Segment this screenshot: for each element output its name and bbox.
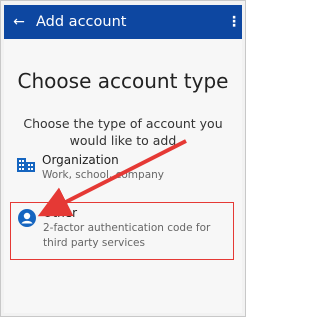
organization-text: Organization Work, school, company [42,153,236,183]
screenshot-frame: ← Add account ⋮ Choose account type Choo… [0,0,246,317]
organization-option[interactable]: Organization Work, school, company [10,153,236,183]
more-options-icon[interactable]: ⋮ [226,14,242,30]
app-bar-title: Add account [36,14,127,30]
organization-description: Work, school, company [42,169,164,181]
page-title: Choose account type [17,69,229,93]
other-title: Other [43,206,78,220]
app-bar: ← Add account ⋮ [4,5,242,39]
organization-title: Organization [42,153,119,167]
person-circle-icon [11,206,43,228]
page-subtitle: Choose the type of account you would lik… [23,116,223,148]
other-option[interactable]: Other 2-factor authentication code for t… [10,202,234,260]
building-icon [10,153,42,173]
back-arrow-icon[interactable]: ← [8,5,30,39]
other-description: 2-factor authentication code for third p… [43,222,211,249]
account-type-panel: Choose account type Choose the type of a… [4,39,242,313]
other-text: Other 2-factor authentication code for t… [43,206,233,251]
